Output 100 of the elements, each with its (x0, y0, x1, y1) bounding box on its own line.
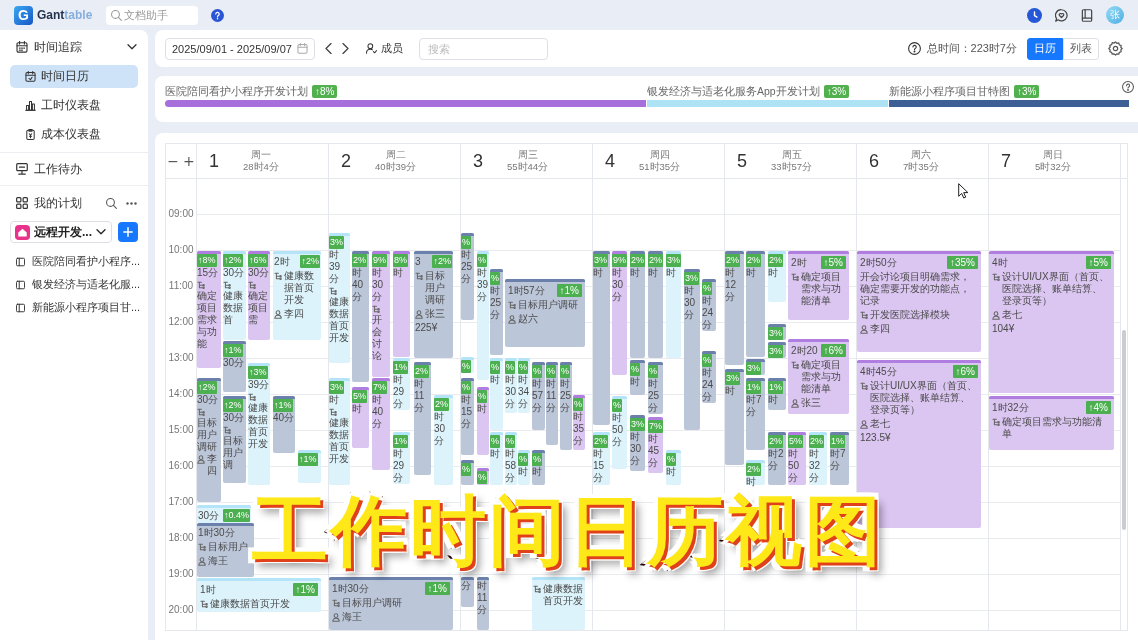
calendar-event[interactable]: % 时30分 (505, 358, 517, 413)
calendar-event[interactable]: 2% 时40分 (352, 251, 369, 382)
calendar-event[interactable]: % 时24分 (702, 351, 716, 403)
calendar-event[interactable]: 2% 时 (746, 251, 765, 357)
calendar-event[interactable]: 2% 时15分 (593, 432, 610, 485)
calendar-event[interactable]: % 时39分 (477, 251, 489, 380)
calendar-event[interactable]: ↑1% 40分 (273, 396, 295, 453)
calendar-event[interactable]: % 时 (630, 360, 645, 395)
calendar-event[interactable]: 2% 时32分 (809, 432, 827, 485)
chevron-left-icon[interactable] (325, 43, 332, 54)
sidebar-item[interactable]: 医院陪同看护小程序... (0, 250, 148, 273)
calendar-event[interactable]: 7% 时45分 (648, 417, 663, 473)
calendar-event[interactable]: 2% 时2分 (768, 432, 786, 485)
sidebar-item[interactable]: 工作待办 (0, 157, 148, 181)
calendar-event[interactable]: 2时 ↑5% 确定项目需求与功能清单 (788, 251, 849, 320)
chat-icon[interactable] (1055, 8, 1068, 22)
calendar-event[interactable]: ↑8% 15分 确定项目需求与功能 (197, 251, 221, 368)
calendar-event[interactable]: 1% 时 (768, 378, 786, 410)
calendar-event[interactable]: 2% 时12分 (725, 251, 744, 365)
calendar-event[interactable]: 2时20 ↑6% 确定项目需求与功能清单 张三 (788, 339, 849, 414)
calendar-event[interactable]: ↑2% 30分 目标用户调研 李四 (197, 378, 221, 502)
help-icon[interactable] (211, 8, 225, 22)
sidebar-item[interactable]: 新能源小程序项目甘... (0, 296, 148, 319)
calendar-event[interactable]: 3% 时30分 (630, 415, 645, 471)
calendar-event[interactable]: 9% 时30分 开会讨论 (372, 251, 390, 377)
calendar-event[interactable]: ↑1% 30分 (223, 341, 246, 392)
calendar-event[interactable]: 3 ↑2% 目标用户调研 张三 225¥ (414, 251, 453, 358)
calendar-event[interactable]: 3% 时 (666, 251, 681, 358)
calendar-event[interactable]: % 时50分 (612, 396, 627, 469)
calendar-event[interactable]: 5% 时50分 (788, 432, 806, 485)
calendar-event[interactable]: 2% 时 (746, 460, 765, 485)
calendar-event[interactable]: ↑2% 30分 目标用户调 (223, 396, 246, 483)
calendar-event[interactable]: % 时25分 (648, 362, 663, 414)
calendar-event[interactable]: 3% 时 (593, 251, 610, 425)
sidebar-item[interactable]: 银发经济与适老化服... (0, 273, 148, 296)
calendar-event[interactable]: % 时 (477, 387, 489, 455)
calendar-event[interactable]: 3% 时39分 健康数据首页开发 (329, 233, 350, 363)
calendar-event[interactable]: 7% 时40分 (372, 378, 390, 470)
clock-icon[interactable] (1027, 7, 1042, 23)
view-toggle-button[interactable]: 日历 (1027, 37, 1063, 60)
calendar-event[interactable]: 1时30分 ↑1% 目标用户调研 海王 (329, 577, 453, 630)
workspace-dropdown[interactable]: 远程开发... (10, 221, 112, 243)
sidebar-item[interactable]: 成本仪表盘 (10, 123, 138, 146)
calendar-event[interactable]: % 时11分 (546, 362, 558, 445)
settings-icon[interactable] (1108, 41, 1123, 56)
calendar-event[interactable]: 3% 时 健康数据首页开发 (329, 378, 350, 485)
calendar-event[interactable]: 8% 时 (393, 251, 410, 357)
help-icon[interactable] (907, 42, 921, 55)
calendar-event[interactable]: 1% 时7分 (830, 432, 849, 485)
calendar-event[interactable]: 健康数据首页开发 (532, 577, 585, 630)
calendar-event[interactable]: 2% 时 (648, 251, 663, 358)
scrollbar[interactable] (1121, 330, 1126, 530)
calendar-event[interactable]: 2% 时 (630, 251, 645, 358)
view-toggle-button[interactable]: 列表 (1063, 37, 1099, 60)
calendar-event[interactable]: 9% 时30分 (612, 251, 627, 375)
calendar-event[interactable]: 2时50分 ↑35% 开会讨论项目明确需求，确定需要开发的功能点，记录 开发医院选择模块 李四 (857, 251, 981, 352)
calendar-event[interactable]: % 时35分 (573, 395, 585, 450)
calendar-event[interactable]: 1时32分 ↑4% 确定项目需求与功能清单 (989, 396, 1114, 450)
calendar-event[interactable]: 4时 ↑5% 设计UI/UX界面（首页、医院选择、账单结算、登录页等） 老七 104¥ (989, 251, 1114, 393)
calendar-event[interactable]: % 时57分 (532, 362, 545, 430)
zoom-in-button[interactable]: + (183, 154, 195, 168)
calendar-event[interactable]: 1时57分 ↑1% 目标用户调研 赵六 (505, 279, 585, 347)
search-field[interactable]: 搜索 (419, 37, 548, 60)
calendar-event[interactable]: % 时24分 (702, 279, 716, 331)
calendar-event[interactable]: % 时 (490, 432, 503, 485)
search-icon[interactable] (106, 197, 117, 209)
members-button[interactable]: 成员 (366, 41, 403, 56)
calendar-event[interactable]: 3% 时 (725, 369, 744, 465)
calendar-event[interactable]: ↑3% 39分 健康数据首页开发 (248, 363, 270, 485)
calendar-event[interactable]: % 时 (518, 450, 530, 485)
calendar-event[interactable]: 2% 时 (768, 251, 786, 302)
calendar-event[interactable]: 2% 时11分 (414, 362, 431, 475)
date-range-field[interactable]: 2025/09/01 - 2025/09/07 (165, 37, 315, 60)
help-icon[interactable] (1122, 81, 1134, 93)
calendar-event[interactable]: % 时58分 (505, 432, 517, 485)
calendar-event[interactable]: % 时25分 (490, 269, 503, 355)
calendar-event[interactable]: % 时25分 (560, 362, 572, 450)
chevron-right-icon[interactable] (342, 43, 349, 54)
zoom-out-button[interactable]: − (167, 154, 179, 168)
calendar-event[interactable]: % 时 (666, 450, 681, 485)
calendar-event[interactable]: 1% 时7分 (746, 378, 765, 450)
calendar-event[interactable]: 1% 时29分 (393, 432, 410, 484)
calendar-event[interactable]: 30分 ↑0.4% (197, 505, 251, 523)
calendar-event[interactable]: % 时15分 (461, 378, 474, 455)
calendar-event[interactable]: 3% 时30分 (684, 269, 700, 430)
calendar-event[interactable]: 1% 时29分 (393, 358, 410, 410)
add-button[interactable] (118, 222, 138, 242)
calendar-event[interactable]: 5% 时 (352, 387, 369, 448)
notebook-icon[interactable] (1081, 8, 1093, 22)
calendar-event[interactable]: 1时 ↑1% 健康数据首页开发 (197, 578, 321, 612)
calendar-event[interactable]: 2时 ↑2% 健康数据首页开发 李四 (273, 251, 321, 340)
sidebar-item[interactable]: 时间日历 (10, 65, 138, 88)
calendar-event[interactable]: ↑6% 30分 确定项目需 (248, 251, 270, 340)
sidebar-item[interactable]: 工时仪表盘 (10, 94, 138, 117)
calendar-event[interactable]: % 时 (490, 358, 503, 430)
section-header[interactable]: 时间追踪 (0, 35, 148, 59)
more-icon[interactable] (126, 201, 137, 205)
calendar-event[interactable]: % 时25分 (461, 233, 474, 320)
calendar-event[interactable]: 时11分 (477, 577, 489, 630)
doc-search-field[interactable]: 文档助手 (106, 5, 199, 25)
